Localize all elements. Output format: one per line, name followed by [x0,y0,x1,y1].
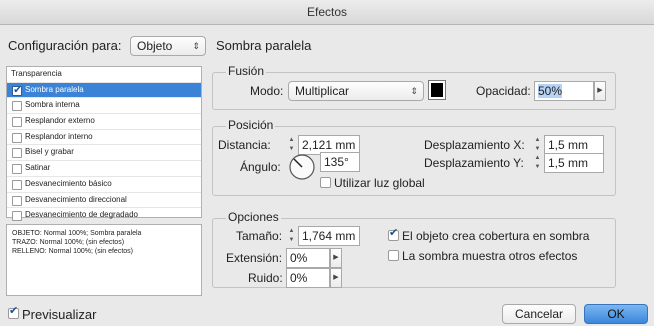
offset-x-stepper[interactable]: ▲ ▼ [532,136,543,154]
size-field[interactable]: 1,764 mm [298,226,360,246]
extension-value: 0% [290,251,308,265]
window-title-bar: Efectos [0,0,654,25]
checkmark-icon: ✔ [9,305,19,317]
list-item-satinar[interactable]: Satinar [7,161,201,177]
mode-value: Multiplicar [295,84,350,98]
noise-label: Ruido: [248,271,283,285]
effect-checkbox[interactable] [12,195,22,206]
chevron-updown-icon: ⇕ [192,41,200,51]
angle-label: Ángulo: [240,160,281,174]
list-item-desv-degradado[interactable]: Desvanecimiento de degradado [7,208,201,224]
config-select[interactable]: Objeto ⇕ [130,36,206,56]
summary-line: RELLENO: Normal 100%; (sin efectos) [12,248,133,255]
knockout-checkbox[interactable]: ✔ [388,227,399,241]
chevron-updown-icon: ⇕ [410,86,418,96]
effect-checkbox[interactable] [12,101,22,112]
list-item-label: Desvanecimiento de degradado [25,210,138,220]
ok-label: OK [607,307,625,321]
noise-field[interactable]: 0% [286,268,330,288]
knockout-label: El objeto crea cobertura en sombra [402,229,590,243]
angle-field[interactable]: 135° [320,152,360,172]
effect-checkbox[interactable]: ✔ [12,84,22,96]
size-value: 1,764 mm [302,229,356,243]
distance-value: 2,121 mm [302,138,356,152]
size-label: Tamaño: [236,229,283,243]
list-item-resplandor-interno[interactable]: Resplandor interno [7,130,201,146]
honor-effects-label: La sombra muestra otros efectos [402,249,578,263]
list-item-sombra-paralela[interactable]: ✔ Sombra paralela [7,82,201,99]
list-item-resplandor-externo[interactable]: Resplandor externo [7,114,201,130]
list-item-label: Desvanecimiento básico [25,178,112,188]
global-light-checkbox[interactable] [320,177,331,188]
effect-checkbox[interactable] [12,211,22,222]
list-item-label: Bisel y grabar [25,147,74,157]
angle-dial[interactable] [287,152,317,182]
extension-field[interactable]: 0% [286,248,330,268]
list-item-label: Sombra paralela [25,84,84,94]
list-item-label: Desvanecimiento direccional [25,194,127,204]
ok-button[interactable]: OK [584,304,648,324]
effect-checkbox[interactable] [12,164,22,175]
effect-checkbox[interactable] [12,132,22,143]
list-item-label: Sombra interna [25,100,80,110]
checkmark-icon: ✔ [389,227,399,239]
list-item-desv-direccional[interactable]: Desvanecimiento direccional [7,193,201,209]
triangle-right-icon: ▶ [597,87,603,94]
list-item-sombra-interna[interactable]: Sombra interna [7,98,201,115]
config-label: Configuración para: [8,38,122,53]
extension-dropdown-button[interactable]: ▶ [330,248,342,268]
checkmark-icon: ✔ [13,84,22,96]
effects-list: Transparencia ✔ Sombra paralela Sombra i… [6,66,202,222]
list-header: Transparencia [7,67,201,83]
preview-label: Previsualizar [22,307,97,322]
effect-checkbox[interactable] [12,117,22,128]
opacity-label: Opacidad: [476,84,531,98]
offset-x-value: 1,5 mm [548,138,589,152]
effect-checkbox[interactable] [12,148,22,159]
position-title: Posición [226,118,276,132]
offset-x-field[interactable]: 1,5 mm [544,135,604,155]
list-header-label: Transparencia [11,69,62,78]
preview-checkbox[interactable]: ✔ [8,305,19,319]
section-title: Sombra paralela [216,38,312,53]
global-light-label: Utilizar luz global [334,176,425,190]
triangle-right-icon: ▶ [333,254,339,261]
extension-label: Extensión: [226,251,283,265]
opacity-dropdown-button[interactable]: ▶ [594,81,606,101]
effects-summary: OBJETO: Normal 100%; Sombra paralela TRA… [6,224,202,296]
shadow-color-swatch[interactable] [428,80,446,100]
list-item-label: Resplandor interno [25,131,93,141]
mode-label: Modo: [250,84,284,98]
honor-effects-checkbox[interactable] [388,250,399,261]
offset-x-label: Desplazamiento X: [424,138,525,152]
offset-y-stepper[interactable]: ▲ ▼ [532,154,543,172]
list-item-label: Resplandor externo [25,116,95,126]
triangle-right-icon: ▶ [333,274,339,281]
cancel-label: Cancelar [514,307,564,321]
swatch-fill [431,83,443,97]
config-value: Objeto [137,39,173,53]
summary-line: OBJETO: Normal 100%; Sombra paralela [12,230,142,237]
distance-label: Distancia: [218,138,271,152]
opacity-value: 50% [538,84,563,98]
noise-dropdown-button[interactable]: ▶ [330,268,342,288]
window-title: Efectos [306,5,348,19]
noise-value: 0% [290,271,308,285]
size-stepper[interactable]: ▲ ▼ [286,227,297,245]
offset-y-field[interactable]: 1,5 mm [544,153,604,173]
list-item-label: Satinar [25,163,51,173]
offset-y-value: 1,5 mm [548,156,589,170]
summary-line: TRAZO: Normal 100%; (sin efectos) [12,239,125,246]
options-title: Opciones [226,210,281,224]
fusion-title: Fusión [226,64,267,78]
list-item-desv-basico[interactable]: Desvanecimiento básico [7,177,201,193]
cancel-button[interactable]: Cancelar [502,304,576,324]
effect-checkbox[interactable] [12,179,22,190]
list-item-bisel[interactable]: Bisel y grabar [7,145,201,162]
mode-select[interactable]: Multiplicar ⇕ [288,81,424,101]
opacity-field[interactable]: 50% [534,81,594,101]
angle-value: 135° [324,155,349,169]
offset-y-label: Desplazamiento Y: [424,156,524,170]
